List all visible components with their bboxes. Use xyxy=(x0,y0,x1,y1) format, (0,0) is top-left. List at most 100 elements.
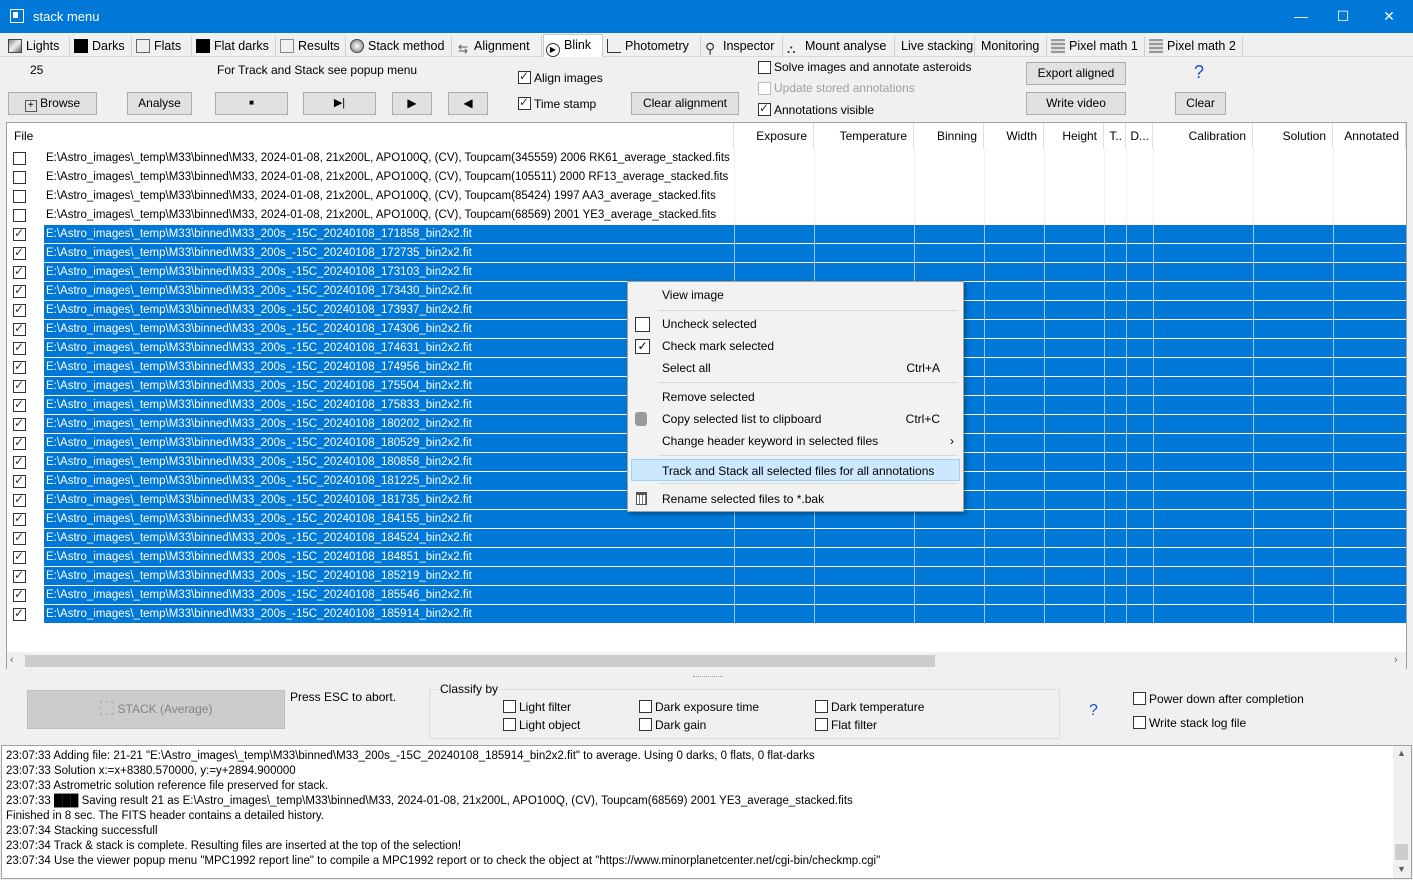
row-checkbox[interactable] xyxy=(13,359,26,374)
clear-alignment-button[interactable]: Clear alignment xyxy=(631,92,739,115)
tab-alignment[interactable]: ⇆ Alignment xyxy=(454,36,542,56)
column-header-temperature[interactable]: Temperature xyxy=(814,123,914,149)
light-object-checkbox[interactable] xyxy=(503,718,516,731)
log-vertical-scrollbar[interactable]: ▲ ▼ xyxy=(1393,746,1411,878)
tab-flat-darks[interactable]: Flat darks xyxy=(194,36,276,56)
row-checkbox[interactable] xyxy=(13,190,26,203)
row-checkbox[interactable] xyxy=(13,530,26,545)
column-header-width[interactable]: Width xyxy=(984,123,1044,149)
table-row[interactable]: E:\Astro_images\_temp\M33\binned\M33_200… xyxy=(7,510,1406,529)
table-row[interactable]: E:\Astro_images\_temp\M33\binned\M33_200… xyxy=(7,605,1406,624)
time-stamp-checkbox[interactable] xyxy=(518,95,531,110)
write-video-button[interactable]: Write video xyxy=(1026,92,1126,115)
row-checkbox[interactable] xyxy=(13,245,26,260)
maximize-button[interactable]: ☐ xyxy=(1320,0,1366,33)
table-row[interactable]: E:\Astro_images\_temp\M33\binned\M33, 20… xyxy=(7,149,1406,168)
menu-item-check-mark-selected[interactable]: ✓ Check mark selected xyxy=(631,335,960,357)
menu-item-change-header-keyword[interactable]: Change header keyword in selected files … xyxy=(631,430,960,452)
row-checkbox[interactable] xyxy=(13,397,26,412)
tab-blink[interactable]: ▶ Blink xyxy=(543,34,603,57)
align-images-checkbox[interactable] xyxy=(518,69,531,84)
tab-inspector[interactable]: ⚲ Inspector xyxy=(703,36,783,56)
column-header-solution[interactable]: Solution xyxy=(1253,123,1333,149)
tab-lights[interactable]: Lights xyxy=(6,36,70,56)
tab-pixel-math-1[interactable]: Pixel math 1 xyxy=(1049,36,1145,56)
browse-button[interactable]: + Browse xyxy=(8,92,97,115)
light-filter-checkbox[interactable] xyxy=(503,700,516,713)
column-header-file[interactable]: File xyxy=(7,123,734,149)
row-checkbox[interactable] xyxy=(13,435,26,450)
scroll-left-icon[interactable]: ‹ xyxy=(10,654,14,666)
play-button[interactable]: ▶ xyxy=(392,92,432,115)
row-checkbox[interactable] xyxy=(13,549,26,564)
row-checkbox[interactable] xyxy=(13,209,26,222)
play-backward-button[interactable]: ◀ xyxy=(448,92,488,115)
row-checkbox[interactable] xyxy=(13,226,26,241)
table-row[interactable]: E:\Astro_images\_temp\M33\binned\M33, 20… xyxy=(7,206,1406,225)
row-checkbox[interactable] xyxy=(13,568,26,583)
column-header-annotated[interactable]: Annotated xyxy=(1333,123,1406,149)
tab-stack-method[interactable]: Stack method xyxy=(348,36,452,56)
row-checkbox[interactable] xyxy=(13,302,26,317)
tab-pixel-math-2[interactable]: Pixel math 2 xyxy=(1147,36,1243,56)
clear-button[interactable]: Clear xyxy=(1175,92,1226,115)
splitter-handle[interactable] xyxy=(693,676,723,680)
row-checkbox[interactable] xyxy=(13,321,26,336)
annotations-visible-checkbox[interactable] xyxy=(758,101,771,116)
table-row[interactable]: E:\Astro_images\_temp\M33\binned\M33_200… xyxy=(7,263,1406,282)
flat-filter-checkbox[interactable] xyxy=(815,718,828,731)
scrollbar-thumb[interactable] xyxy=(25,655,935,667)
dark-exposure-checkbox[interactable] xyxy=(639,700,652,713)
table-row[interactable]: E:\Astro_images\_temp\M33\binned\M33_200… xyxy=(7,567,1406,586)
column-header-d[interactable]: D... xyxy=(1126,123,1153,149)
dark-gain-checkbox[interactable] xyxy=(639,718,652,731)
column-header-calibration[interactable]: Calibration xyxy=(1153,123,1253,149)
scroll-up-icon[interactable]: ▲ xyxy=(1397,748,1406,758)
analyse-button[interactable]: Analyse xyxy=(127,92,192,115)
row-checkbox[interactable] xyxy=(13,473,26,488)
menu-item-remove-selected[interactable]: Remove selected xyxy=(631,386,960,408)
table-row[interactable]: E:\Astro_images\_temp\M33\binned\M33_200… xyxy=(7,225,1406,244)
row-checkbox[interactable] xyxy=(13,283,26,298)
scroll-down-icon[interactable]: ▼ xyxy=(1397,864,1406,874)
menu-item-select-all[interactable]: Select all Ctrl+A xyxy=(631,357,960,379)
tab-flats[interactable]: Flats xyxy=(134,36,192,56)
row-checkbox[interactable] xyxy=(13,606,26,621)
tab-mount-analyse[interactable]: ⛬ Mount analyse xyxy=(785,36,895,56)
tab-photometry[interactable]: Photometry xyxy=(605,36,701,56)
menu-item-view-image[interactable]: View image xyxy=(631,284,960,306)
table-row[interactable]: E:\Astro_images\_temp\M33\binned\M33_200… xyxy=(7,529,1406,548)
update-annotations-checkbox[interactable] xyxy=(758,82,771,95)
menu-item-uncheck-selected[interactable]: Uncheck selected xyxy=(631,313,960,335)
minimize-button[interactable]: — xyxy=(1278,0,1324,33)
row-checkbox[interactable] xyxy=(13,171,26,184)
row-checkbox[interactable] xyxy=(13,587,26,602)
classify-help-icon[interactable]: ? xyxy=(1089,702,1098,720)
tab-live-stacking[interactable]: Live stacking xyxy=(897,36,975,56)
menu-item-rename-bak[interactable]: Rename selected files to *.bak xyxy=(631,488,960,510)
solve-images-checkbox[interactable] xyxy=(758,61,771,74)
export-aligned-button[interactable]: Export aligned xyxy=(1026,62,1126,85)
row-checkbox[interactable] xyxy=(13,454,26,469)
log-scrollbar-thumb[interactable] xyxy=(1395,844,1408,860)
row-checkbox[interactable] xyxy=(13,492,26,507)
row-checkbox[interactable] xyxy=(13,416,26,431)
log-memo[interactable]: 23:07:33 Adding file: 21-21 "E:\Astro_im… xyxy=(1,745,1412,879)
row-checkbox[interactable] xyxy=(13,264,26,279)
power-down-checkbox[interactable] xyxy=(1133,692,1146,705)
tab-results[interactable]: Results xyxy=(278,36,346,56)
dark-temperature-checkbox[interactable] xyxy=(815,700,828,713)
table-row[interactable]: E:\Astro_images\_temp\M33\binned\M33, 20… xyxy=(7,168,1406,187)
row-checkbox[interactable] xyxy=(13,378,26,393)
column-header-t[interactable]: T.. xyxy=(1104,123,1126,149)
menu-item-track-and-stack[interactable]: Track and Stack all selected files for a… xyxy=(631,459,960,481)
table-row[interactable]: E:\Astro_images\_temp\M33\binned\M33_200… xyxy=(7,586,1406,605)
table-row[interactable]: E:\Astro_images\_temp\M33\binned\M33_200… xyxy=(7,548,1406,567)
column-header-exposure[interactable]: Exposure xyxy=(734,123,814,149)
row-checkbox[interactable] xyxy=(13,340,26,355)
write-log-checkbox[interactable] xyxy=(1133,716,1146,729)
scroll-right-icon[interactable]: › xyxy=(1394,654,1398,666)
close-button[interactable]: ✕ xyxy=(1366,0,1412,33)
stack-button[interactable]: STACK (Average) xyxy=(27,690,285,729)
help-icon[interactable]: ? xyxy=(1194,62,1204,83)
